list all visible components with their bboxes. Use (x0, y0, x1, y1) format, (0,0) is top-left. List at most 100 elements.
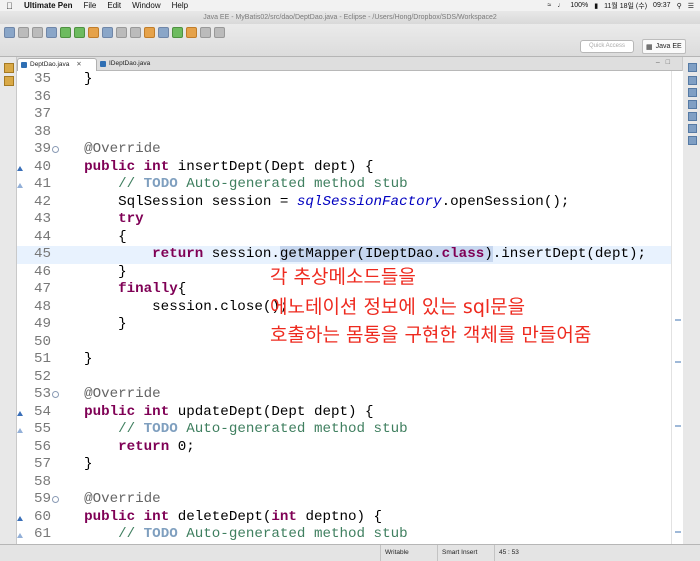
server-icon[interactable] (46, 27, 57, 38)
volume-icon[interactable]: ♩ (557, 2, 564, 9)
menu-window[interactable]: Window (132, 1, 160, 10)
package-explorer-icon[interactable] (4, 76, 14, 86)
list-icon[interactable]: ☰ (688, 2, 694, 10)
code-line[interactable]: 56 return 0; (17, 439, 671, 457)
task-list-icon[interactable] (688, 88, 697, 97)
line-number: 47 (17, 281, 51, 299)
override-marker-icon[interactable] (17, 515, 23, 521)
code-line[interactable]: 41 // TODO Auto-generated method stub (17, 176, 671, 194)
line-number: 50 (17, 334, 51, 352)
wifi-icon[interactable]: ≈ (548, 2, 552, 9)
overview-marker[interactable] (675, 425, 681, 427)
code-line-current[interactable]: 45 return session.getMapper(IDeptDao.cla… (17, 246, 671, 264)
debug-icon[interactable] (74, 27, 85, 38)
code-line[interactable]: 60 public int deleteDept(int deptno) { (17, 509, 671, 527)
line-number: 58 (17, 474, 51, 492)
code-line[interactable]: 57 } (17, 456, 671, 474)
perspective-java-ee[interactable]: ▦ Java EE (642, 39, 686, 54)
code-line[interactable]: 54 public int updateDept(Dept dept) { (17, 404, 671, 422)
code-line[interactable]: 52 (17, 369, 671, 387)
properties-icon[interactable] (688, 112, 697, 121)
clock-time[interactable]: 09:37 (653, 2, 671, 9)
code-line[interactable]: 59 @Override (17, 491, 671, 509)
task-marker-icon[interactable] (17, 532, 23, 538)
code-line[interactable]: 51 } (17, 351, 671, 369)
minimize-maximize-icon[interactable]: –□ (656, 59, 676, 66)
code-line[interactable]: 40 public int insertDept(Dept dept) { (17, 159, 671, 177)
code-line[interactable]: 44 { (17, 229, 671, 247)
line-number: 59 (17, 491, 51, 509)
menu-edit[interactable]: Edit (107, 1, 121, 10)
tab-deptdao[interactable]: DeptDao.java ✕ (17, 58, 97, 71)
restore-icon[interactable] (688, 63, 697, 72)
line-number: 49 (17, 316, 51, 334)
run-last-icon[interactable] (172, 27, 183, 38)
line-number: 39 (17, 141, 51, 159)
line-number: 36 (17, 89, 51, 107)
task-marker-icon[interactable] (17, 182, 23, 188)
code-line[interactable]: 39 @Override (17, 141, 671, 159)
code-line[interactable]: 36 (17, 89, 671, 107)
restore-view-icon[interactable] (4, 63, 14, 73)
menu-file[interactable]: File (83, 1, 96, 10)
cursor-position: 45 : 53 (494, 545, 539, 561)
save-icon[interactable] (18, 27, 29, 38)
code-line[interactable]: 43 try (17, 211, 671, 229)
code-text: try (50, 211, 144, 229)
code-text: public int insertDept(Dept dept) { (50, 159, 374, 177)
class-icon[interactable] (158, 27, 169, 38)
code-text: return session.getMapper(IDeptDao.class)… (50, 246, 646, 264)
external-tools-icon[interactable] (186, 27, 197, 38)
package-icon[interactable] (144, 27, 155, 38)
code-text: } (50, 456, 93, 474)
annotation-line-2: 에노테이션 정보에 있는 sql문을 (270, 296, 525, 319)
search-tool-icon[interactable] (102, 27, 113, 38)
back-icon[interactable] (200, 27, 211, 38)
code-line[interactable]: 38 (17, 124, 671, 142)
next-annotation-icon[interactable] (116, 27, 127, 38)
forward-icon[interactable] (214, 27, 225, 38)
clock-date[interactable]: 11월 18일 (수) (604, 1, 647, 11)
java-interface-icon (100, 61, 106, 67)
tab-ideptdao[interactable]: IDeptDao.java (97, 58, 154, 70)
new-file-icon[interactable] (4, 27, 15, 38)
code-text: public int updateDept(Dept dept) { (50, 404, 374, 422)
console-icon[interactable] (688, 124, 697, 133)
left-trim-bar (0, 57, 17, 544)
override-marker-icon[interactable] (17, 165, 23, 171)
code-text: public int deleteDept(int deptno) { (50, 509, 382, 527)
outline-icon[interactable] (688, 76, 697, 85)
close-icon[interactable]: ✕ (76, 61, 81, 68)
overview-marker[interactable] (675, 361, 681, 363)
run-icon[interactable] (60, 27, 71, 38)
override-marker-icon[interactable] (17, 410, 23, 416)
search-icon[interactable]: ⚲ (677, 2, 682, 10)
servers-icon[interactable] (688, 136, 697, 145)
apple-menu-icon[interactable]:  (6, 1, 16, 11)
code-line[interactable]: 35 } (17, 71, 671, 89)
code-line[interactable]: 58 (17, 474, 671, 492)
menu-help[interactable]: Help (172, 1, 188, 10)
menu-app-name[interactable]: Ultimate Pen (24, 1, 72, 10)
print-icon[interactable] (32, 27, 43, 38)
code-line[interactable]: 53 @Override (17, 386, 671, 404)
open-type-icon[interactable] (88, 27, 99, 38)
code-line[interactable]: 55 // TODO Auto-generated method stub (17, 421, 671, 439)
code-line[interactable]: 37 (17, 106, 671, 124)
previous-annotation-icon[interactable] (130, 27, 141, 38)
code-line[interactable]: 61 // TODO Auto-generated method stub (17, 526, 671, 544)
code-text: finally{ (50, 281, 186, 299)
code-line[interactable]: 42 SqlSession session = sqlSessionFactor… (17, 194, 671, 212)
overview-marker[interactable] (675, 531, 681, 533)
line-number: 51 (17, 351, 51, 369)
code-text: // TODO Auto-generated method stub (50, 526, 408, 544)
line-number: 38 (17, 124, 51, 142)
markers-icon[interactable] (688, 100, 697, 109)
perspective-icon: ▦ (646, 43, 653, 51)
battery-level[interactable]: 100% (570, 2, 588, 9)
task-marker-icon[interactable] (17, 427, 23, 433)
quick-access-input[interactable]: Quick Access (580, 40, 634, 53)
overview-ruler[interactable] (671, 71, 683, 544)
line-number: 48 (17, 299, 51, 317)
overview-marker[interactable] (675, 319, 681, 321)
